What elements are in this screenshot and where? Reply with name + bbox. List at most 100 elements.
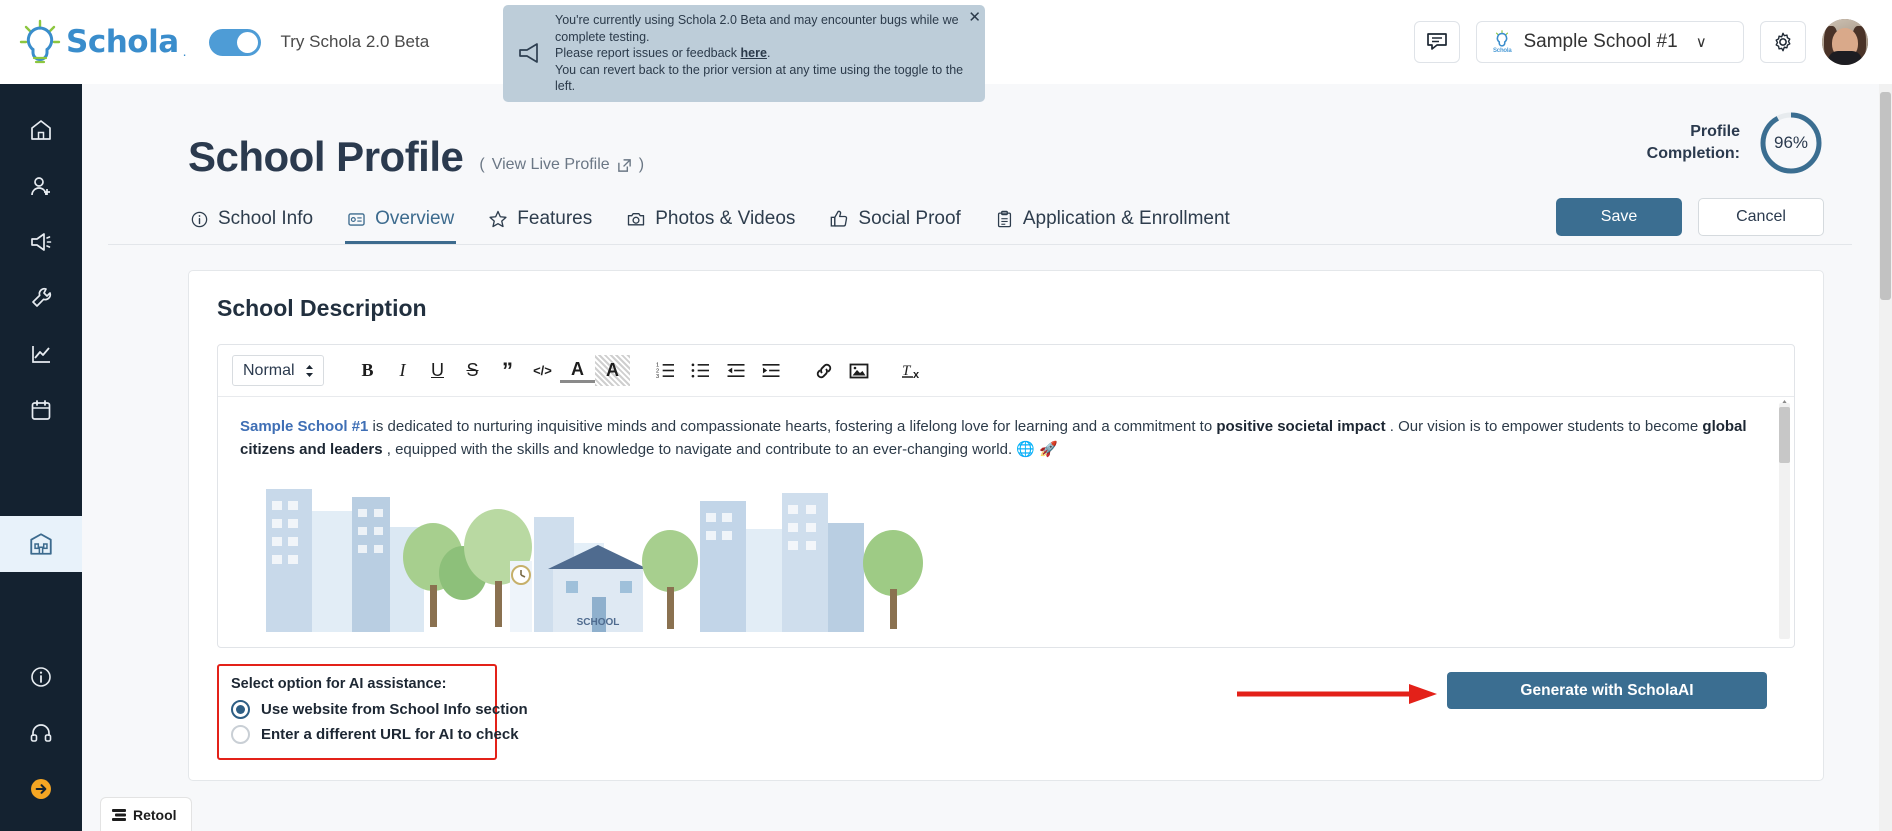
tab-application-enrollment[interactable]: Application & Enrollment xyxy=(993,202,1232,244)
gear-icon[interactable] xyxy=(1760,21,1806,63)
tab-label: Features xyxy=(517,208,593,229)
tab-label: Photos & Videos xyxy=(655,208,796,229)
tab-overview[interactable]: Overview xyxy=(345,202,457,244)
sidebar-item-expand[interactable] xyxy=(0,761,82,817)
strikethrough-button[interactable]: S xyxy=(455,355,490,386)
tab-features[interactable]: Features xyxy=(486,202,594,244)
ai-option-use-website[interactable]: Use website from School Info section xyxy=(231,700,528,719)
cancel-button[interactable]: Cancel xyxy=(1698,198,1824,236)
school-mini-logo-icon: Schola xyxy=(1493,30,1512,54)
wrench-icon xyxy=(32,287,52,307)
radio-different-url[interactable] xyxy=(231,725,250,744)
tab-label: Overview xyxy=(375,208,455,229)
ordered-list-button[interactable]: 1 2 3 xyxy=(648,355,683,386)
camera-icon xyxy=(628,213,645,226)
tab-label: Application & Enrollment xyxy=(1022,208,1230,229)
star-icon xyxy=(489,210,507,228)
external-link-icon xyxy=(617,158,631,172)
avatar-shirt xyxy=(1828,51,1862,65)
live-profile-paren-open: ( xyxy=(479,156,485,173)
sidebar-item-leads[interactable] xyxy=(0,158,82,214)
ai-option-different-url[interactable]: Enter a different URL for AI to check xyxy=(231,725,519,744)
description-part3: , equipped with the skills and knowledge… xyxy=(382,441,1017,458)
avatar[interactable] xyxy=(1822,19,1868,65)
bullet-list-button[interactable] xyxy=(683,355,718,386)
description-bold1: positive societal impact xyxy=(1216,418,1386,435)
image-icon xyxy=(849,363,868,378)
card-title: School Description xyxy=(217,295,427,321)
description-part1: is dedicated to nurturing inquisitive mi… xyxy=(368,418,1217,435)
page-scrollbar-thumb[interactable] xyxy=(1880,92,1891,300)
brand-logo[interactable]: Schola . xyxy=(18,19,187,65)
rich-text-editor: Normal B I U S ” </> A A 1 2 3 T x Sampl… xyxy=(217,344,1795,648)
chat-bubble-icon[interactable] xyxy=(1414,21,1460,63)
page-scrollbar[interactable] xyxy=(1879,84,1892,831)
school-selector[interactable]: Schola Sample School #1 ∨ xyxy=(1476,21,1744,63)
sidebar-item-school-profile[interactable] xyxy=(0,515,82,572)
page-actions: Save Cancel xyxy=(1556,198,1824,244)
bold-button[interactable]: B xyxy=(350,355,385,386)
image-button[interactable] xyxy=(841,355,876,386)
lightbulb-icon xyxy=(19,19,61,64)
background-color-button[interactable]: A xyxy=(595,355,630,386)
mini-brand-name: Schola xyxy=(1493,48,1512,54)
sidebar-bottom-group xyxy=(0,649,82,831)
beta-banner: You're currently using Schola 2.0 Beta a… xyxy=(503,5,985,102)
radio-use-website[interactable] xyxy=(231,700,250,719)
editor-content[interactable]: Sample School #1 is dedicated to nurturi… xyxy=(218,397,1794,647)
annotation-arrow xyxy=(1237,684,1437,704)
sidebar-item-calendar[interactable] xyxy=(0,382,82,438)
description-school-name: Sample School #1 xyxy=(240,418,369,435)
sidebar-item-campaigns[interactable] xyxy=(0,214,82,270)
clear-formatting-button[interactable]: T x xyxy=(894,355,929,386)
text-color-button[interactable]: A xyxy=(560,359,595,383)
headset-icon xyxy=(30,724,52,742)
italic-button[interactable]: I xyxy=(385,355,420,386)
retool-label: Retool xyxy=(133,806,177,823)
sidebar-item-analytics[interactable] xyxy=(0,326,82,382)
style-select[interactable]: Normal xyxy=(232,355,324,386)
view-live-profile-link[interactable]: ( View Live Profile ) xyxy=(479,156,644,174)
completion-label-line2: Completion: xyxy=(1646,145,1740,162)
calendar-icon xyxy=(31,400,51,420)
indent-button[interactable] xyxy=(753,355,788,386)
editor-scrollbar-thumb[interactable] xyxy=(1779,407,1790,463)
sidebar-item-tools[interactable] xyxy=(0,270,82,326)
banner-line-1: You're currently using Schola 2.0 Beta a… xyxy=(555,13,959,44)
indent-icon xyxy=(762,364,779,377)
page-title: School Profile xyxy=(188,133,464,180)
schola-logo: Schola . xyxy=(18,19,187,65)
gear-glyph xyxy=(1775,32,1791,52)
tabs: School Info Overview Features Photos & V… xyxy=(188,202,1232,244)
clipboard-icon xyxy=(997,210,1011,227)
link-button[interactable] xyxy=(806,355,841,386)
body: School Profile ( View Live Profile ) Pro… xyxy=(0,84,1892,831)
banner-line-2-post: . xyxy=(766,46,771,60)
code-block-button[interactable]: </> xyxy=(525,355,560,386)
tab-school-info[interactable]: School Info xyxy=(188,202,315,244)
close-icon[interactable]: ✕ xyxy=(968,10,981,25)
user-plus-icon xyxy=(31,177,50,196)
brand-name: Schola xyxy=(66,24,179,60)
sidebar-item-home[interactable] xyxy=(0,102,82,158)
sidebar-item-info[interactable] xyxy=(0,649,82,705)
mini-lightbulb-icon xyxy=(1496,30,1509,47)
ai-assistance-row: Select option for AI assistance: Use web… xyxy=(217,664,1795,760)
beta-toggle[interactable] xyxy=(208,28,261,56)
editor-scrollbar[interactable] xyxy=(1779,403,1790,639)
retool-badge[interactable]: Retool xyxy=(100,797,192,831)
save-button[interactable]: Save xyxy=(1556,198,1682,236)
outdent-button[interactable] xyxy=(718,355,753,386)
generate-with-scholaai-button[interactable]: Generate with ScholaAI xyxy=(1447,672,1767,709)
tab-photos-videos[interactable]: Photos & Videos xyxy=(624,202,797,244)
tab-label: Social Proof xyxy=(858,208,961,229)
banner-line-2: Please report issues or feedback here. xyxy=(555,45,975,62)
blockquote-button[interactable]: ” xyxy=(490,355,525,386)
tab-social-proof[interactable]: Social Proof xyxy=(827,202,962,244)
underline-button[interactable]: U xyxy=(420,355,455,386)
banner-feedback-link[interactable]: here xyxy=(741,46,767,60)
school-description-card: School Description Normal B I U S ” </> … xyxy=(188,270,1824,781)
home-icon xyxy=(31,120,51,140)
sidebar-item-support[interactable] xyxy=(0,705,82,761)
main-content: School Profile ( View Live Profile ) Pro… xyxy=(82,84,1892,831)
